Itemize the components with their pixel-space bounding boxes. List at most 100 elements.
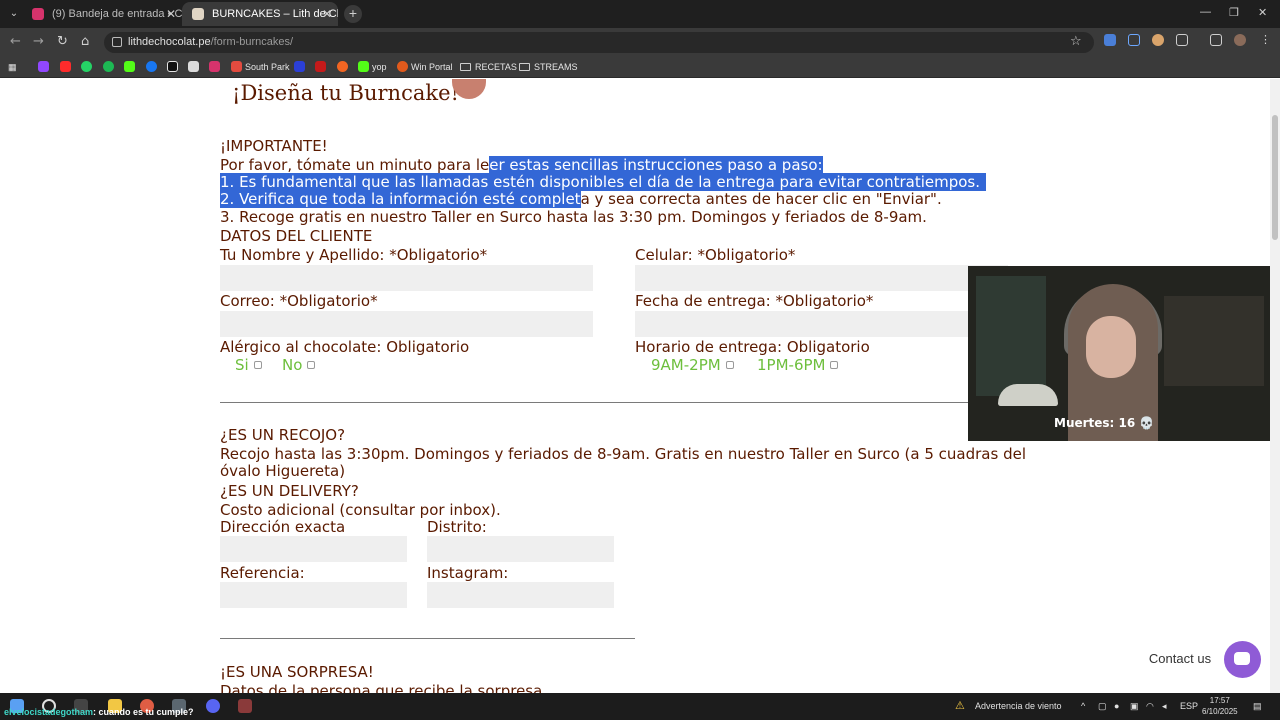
intro-text: Por favor, tómate un minuto para leer es… xyxy=(220,156,823,174)
step-2-rest: a y sea correcta antes de hacer clic en … xyxy=(580,190,942,208)
bookmark-instagram[interactable] xyxy=(209,60,223,74)
date-field[interactable] xyxy=(635,311,1008,337)
wifi-icon[interactable]: ◠ xyxy=(1146,701,1154,712)
address-field[interactable] xyxy=(220,536,407,562)
home-icon[interactable]: ⌂ xyxy=(81,34,89,49)
instagram-field[interactable] xyxy=(427,582,614,608)
bookmark-youtube[interactable] xyxy=(60,60,74,74)
bookmark-folder-recetas[interactable]: RECETAS xyxy=(460,60,517,74)
chat-widget-button[interactable] xyxy=(1224,641,1261,678)
bookmark-tiktok[interactable] xyxy=(167,60,181,74)
back-icon[interactable]: ← xyxy=(10,34,21,49)
window-close-icon[interactable]: ✕ xyxy=(1258,6,1267,19)
restore-icon[interactable]: ❐ xyxy=(1229,6,1239,19)
surprise-title: ¡ES UNA SORPRESA! xyxy=(220,663,374,681)
taskbar-app-icon[interactable] xyxy=(238,699,252,713)
browser-tab-bar: ⌄ (9) Bandeja de entrada • Chats ✕ BURNC… xyxy=(0,0,1280,28)
bookmark-label: South Park xyxy=(245,62,290,72)
microphone-icon[interactable]: ● xyxy=(1114,701,1119,711)
facebook-icon xyxy=(146,61,157,72)
bookmark-app[interactable] xyxy=(188,60,202,74)
bookmark-south-park[interactable]: South Park xyxy=(231,60,290,74)
contact-us-label[interactable]: Contact us xyxy=(1140,647,1220,671)
bookmark-folder-streams[interactable]: STREAMS xyxy=(519,60,578,74)
date-label: Fecha de entrega: *Obligatorio* xyxy=(635,292,874,310)
scroll-thumb[interactable] xyxy=(1272,115,1278,240)
close-tab-icon[interactable]: ✕ xyxy=(322,2,332,26)
language-indicator[interactable]: ESP xyxy=(1180,701,1198,711)
step-2: 2. Verifica que toda la información esté… xyxy=(220,190,942,208)
url-host: lithdechocolat.pe xyxy=(128,36,211,48)
tab-burncakes[interactable]: BURNCAKES – Lith de Chocolat ✕ xyxy=(182,2,338,26)
intro-plain: Por favor, tómate un minuto para le xyxy=(220,156,490,174)
tray-app-icon[interactable]: ▣ xyxy=(1130,701,1139,712)
bookmark-kick[interactable] xyxy=(124,60,138,74)
checkbox[interactable] xyxy=(830,361,839,369)
checkbox[interactable] xyxy=(253,361,262,369)
important-title: ¡IMPORTANTE! xyxy=(220,137,328,155)
checkbox[interactable] xyxy=(307,361,316,369)
url-path: /form-burncakes/ xyxy=(210,36,294,48)
new-tab-button[interactable]: + xyxy=(344,5,362,23)
bookmark-orange[interactable] xyxy=(337,60,351,74)
weather-text[interactable]: Advertencia de viento xyxy=(975,701,1062,711)
bookmark-spotify[interactable] xyxy=(103,60,117,74)
bookmark-star-icon[interactable]: ☆ xyxy=(1070,34,1082,49)
pickup-text-line-2: óvalo Higuereta) xyxy=(220,462,346,480)
audio-extension-icon[interactable] xyxy=(1128,34,1140,46)
tab-search-chevron-icon[interactable]: ⌄ xyxy=(4,4,24,24)
volume-icon[interactable]: ◂ xyxy=(1162,701,1167,712)
apps-grid-icon[interactable]: ▦ xyxy=(8,60,17,74)
cam-monitor xyxy=(976,276,1046,396)
bookmark-label: Win Portal xyxy=(411,62,453,72)
bookmark-twitch[interactable] xyxy=(38,60,52,74)
bookmark-red[interactable] xyxy=(315,60,329,74)
tray-device-icon[interactable]: ▢ xyxy=(1098,701,1107,712)
address-label: Dirección exacta xyxy=(220,518,346,536)
youtube-icon xyxy=(60,61,71,72)
tiktok-icon xyxy=(167,61,178,72)
schedule-option-morning[interactable]: 9AM-2PM xyxy=(651,356,734,374)
windows-taskbar: elvelocistadegotham: cuando es tu cumple… xyxy=(0,693,1280,720)
reading-list-icon[interactable] xyxy=(1210,34,1222,46)
schedule-option-afternoon[interactable]: 1PM-6PM xyxy=(757,356,839,374)
page-scrollbar[interactable] xyxy=(1270,79,1280,693)
notifications-icon[interactable]: ▤ xyxy=(1253,701,1262,712)
bookmark-facebook[interactable] xyxy=(146,60,160,74)
browser-menu-icon[interactable]: ⋮ xyxy=(1260,34,1272,46)
allergy-option-no[interactable]: No xyxy=(282,356,316,374)
bookmark-m[interactable] xyxy=(294,60,308,74)
allergy-option-si[interactable]: Si xyxy=(235,356,262,374)
bookmark-win-portal[interactable]: Win Portal xyxy=(397,60,453,74)
tab-title: BURNCAKES – Lith de Chocolat xyxy=(212,8,338,20)
url-field[interactable]: lithdechocolat.pe/form-burncakes/ xyxy=(104,32,1094,53)
bookmark-yop[interactable]: yop xyxy=(358,60,387,74)
phone-field[interactable] xyxy=(635,265,1008,291)
whatsapp-icon xyxy=(81,61,92,72)
reload-icon[interactable]: ↻ xyxy=(57,34,68,49)
email-field[interactable] xyxy=(220,311,593,337)
name-field[interactable] xyxy=(220,265,593,291)
profile-avatar-icon[interactable] xyxy=(1234,34,1246,46)
district-field[interactable] xyxy=(427,536,614,562)
extensions-puzzle-icon[interactable] xyxy=(1176,34,1188,46)
email-label: Correo: *Obligatorio* xyxy=(220,292,378,310)
death-counter: Muertes: 16 💀 xyxy=(1054,416,1155,430)
bookmark-label: RECETAS xyxy=(475,62,517,72)
reference-field[interactable] xyxy=(220,582,407,608)
close-tab-icon[interactable]: ✕ xyxy=(166,2,176,26)
bookmark-whatsapp[interactable] xyxy=(81,60,95,74)
cam-shelf xyxy=(1164,296,1264,386)
site-info-icon[interactable] xyxy=(112,37,122,47)
system-clock[interactable]: 17:57 6/10/2025 xyxy=(1202,695,1238,717)
minimize-icon[interactable]: — xyxy=(1200,6,1211,18)
cam-person-face xyxy=(1086,316,1136,378)
weather-warning-icon[interactable]: ⚠ xyxy=(955,699,965,712)
forward-icon[interactable]: → xyxy=(33,34,44,49)
extension-icon[interactable] xyxy=(1152,34,1164,46)
discord-icon[interactable] xyxy=(206,699,220,713)
translate-extension-icon[interactable] xyxy=(1104,34,1116,46)
tab-inbox[interactable]: (9) Bandeja de entrada • Chats ✕ xyxy=(22,2,182,26)
checkbox[interactable] xyxy=(725,361,734,369)
tray-chevron-icon[interactable]: ^ xyxy=(1081,701,1085,711)
